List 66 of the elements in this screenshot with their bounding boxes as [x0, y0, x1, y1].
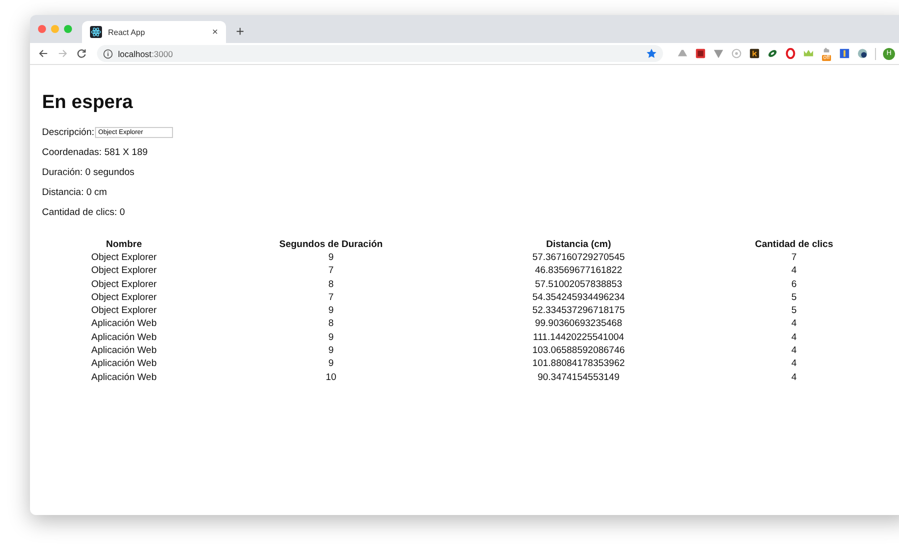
table-cell-text: 90.3474154553149 [536, 370, 620, 384]
url-text: localhost:3000 [118, 48, 174, 58]
table-cell-text: 103.06588592086746 [531, 344, 626, 358]
tab-title: React App [108, 28, 146, 36]
table-cell-text: 4 [790, 264, 798, 278]
info-line: Distancia: 0 cm [42, 187, 108, 198]
table-cell-text: 4 [790, 317, 798, 331]
table-cell-text: Aplicación Web [90, 330, 158, 344]
swirl-icon[interactable] [767, 48, 778, 59]
table-cell-text: 111.14420225541004 [532, 330, 626, 344]
table-cell-text: Aplicación Web [90, 344, 158, 358]
table-cell-text: 46.83569677161822 [534, 264, 624, 278]
table-cell-text: 4 [790, 330, 798, 344]
square-icon[interactable] [695, 48, 706, 59]
table-cell-text: 4 [790, 370, 798, 384]
column-header: Segundos de Duración [278, 238, 384, 251]
star-icon[interactable] [646, 48, 657, 59]
info-line: Cantidad de clics: 0 [42, 207, 126, 218]
ring-icon[interactable] [785, 48, 796, 59]
page-heading: En espera [42, 92, 134, 114]
table-cell-text: 8 [327, 278, 335, 291]
table-cell-text: 9 [327, 344, 335, 358]
column-header: Nombre [105, 238, 143, 251]
table-cell-text: 5 [790, 304, 798, 318]
column-header: Cantidad de clics [754, 238, 834, 251]
table-cell-text: 5 [790, 290, 798, 304]
column-header: Distancia (cm) [545, 238, 612, 251]
table-cell-text: Object Explorer [90, 264, 158, 278]
table-cell-text: 101.88084178353962 [531, 357, 626, 371]
table-cell-text: 8 [327, 317, 335, 331]
atom-icon [90, 26, 102, 38]
table-cell-text: 4 [790, 344, 798, 358]
info-line: Duración: 0 segundos [42, 167, 136, 178]
table-cell-text: 6 [790, 278, 798, 291]
table-cell-text: Aplicación Web [90, 370, 158, 384]
table-cell-text: 7 [790, 251, 798, 264]
k-icon[interactable] [749, 48, 760, 59]
table-cell-text: Object Explorer [90, 251, 158, 264]
info-line: Coordenadas: 581 X 189 [42, 147, 149, 158]
table-cell-text: 52.334537296718175 [531, 304, 626, 318]
new-tab-button[interactable]: + [226, 23, 244, 43]
close-window-icon[interactable] [38, 25, 46, 33]
table-cell-text: 7 [327, 290, 335, 304]
description-label: Descripción: [42, 127, 94, 138]
close-tab-button[interactable]: × [212, 26, 218, 38]
table-cell-text: 99.90360693235468 [534, 317, 624, 331]
back-icon[interactable] [38, 48, 49, 59]
table-cell-text: 57.51002057838853 [534, 278, 624, 291]
reload-icon[interactable] [76, 48, 87, 59]
table-cell-text: Object Explorer [90, 304, 158, 318]
info-icon [103, 48, 113, 58]
browser-tab[interactable]: React App × [82, 21, 226, 43]
table-cell-text: 57.367160729270545 [531, 251, 626, 264]
table-cell-text: 9 [327, 304, 335, 318]
table-cell-text: Aplicación Web [90, 317, 158, 331]
table-cell-text: 9 [327, 251, 335, 264]
table-cell-text: 9 [327, 357, 335, 371]
table-cell-text: Aplicación Web [90, 357, 158, 371]
table-cell-text: Object Explorer [90, 290, 158, 304]
table-cell-text: 9 [327, 330, 335, 344]
table-cell-text: 7 [327, 264, 335, 278]
table-cell-text: 4 [790, 357, 798, 371]
table-cell-text: 54.354245934496234 [531, 290, 626, 304]
address-bar[interactable]: localhost:3000 [97, 45, 663, 62]
table-cell-text: Object Explorer [90, 278, 158, 291]
table-cell-text: 10 [324, 370, 338, 384]
